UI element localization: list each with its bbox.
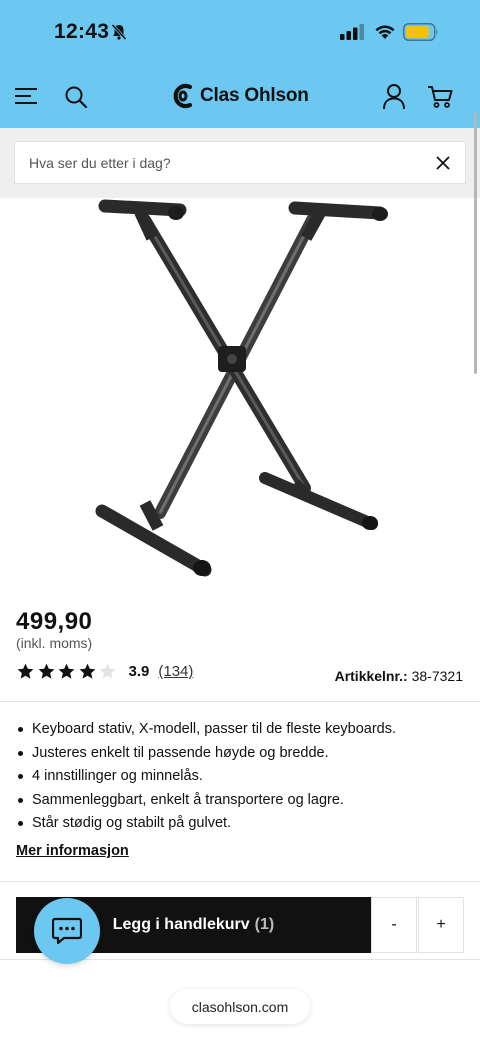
star-rating [16,662,119,681]
article-number-label: Artikkelnr.: [334,668,408,684]
article-number: Artikkelnr.: 38-7321 [335,668,463,684]
star-empty-icon [99,663,116,679]
search-band [0,128,480,198]
cart-quantity: (1) [254,916,275,933]
logo-icon [173,83,193,109]
feature-item: Justeres enkelt til passende høyde og br… [16,742,466,766]
star-icon [58,663,75,679]
browser-url-bar[interactable]: clasohlson.com [170,989,310,1024]
account-icon[interactable] [382,83,406,110]
divider [0,881,480,882]
rating-value: 3.9 [128,663,150,680]
review-count-link[interactable]: (134) [158,663,193,680]
divider [0,701,480,702]
chat-button[interactable] [34,898,100,964]
star-icon [17,663,34,679]
more-info-link[interactable]: Mer informasjon [16,843,129,859]
scrollbar[interactable] [474,112,477,374]
chat-icon [52,917,82,945]
quantity-decrease-button[interactable]: - [371,897,417,953]
add-to-cart-label: Legg i handlekurv [112,916,250,933]
product-image[interactable] [80,198,400,588]
brand-logo[interactable]: Clas Ohlson [172,82,309,110]
status-time: 12:43 [54,20,110,43]
quantity-increase-button[interactable]: + [418,897,464,953]
feature-item: 4 innstillinger og minnelås. [16,765,466,789]
menu-icon[interactable] [14,86,38,106]
price-note: (inkl. moms) [16,635,93,651]
close-icon[interactable] [435,155,451,171]
search-box[interactable] [14,141,466,184]
wifi-icon [375,25,395,39]
star-icon [79,663,95,679]
cart-icon[interactable] [427,85,453,109]
bell-slash-icon [111,23,127,41]
article-number-value: 38-7321 [411,668,463,684]
signal-icon [340,24,364,40]
feature-item: Sammenleggbart, enkelt å transportere og… [16,789,466,813]
app-header: Clas Ohlson [0,64,480,128]
feature-list: Keyboard stativ, X-modell, passer til de… [16,718,466,836]
product-price: 499,90 [16,608,93,635]
battery-icon [403,23,438,41]
feature-item: Keyboard stativ, X-modell, passer til de… [16,718,466,742]
status-bar: 12:43 [0,0,480,64]
feature-item: Står stødig og stabilt på gulvet. [16,812,466,836]
search-input[interactable] [29,142,409,183]
brand-name: Clas Ohlson [200,85,309,106]
search-icon[interactable] [64,85,88,109]
star-icon [38,663,54,679]
rating-row: 3.9 (134) [16,662,193,681]
